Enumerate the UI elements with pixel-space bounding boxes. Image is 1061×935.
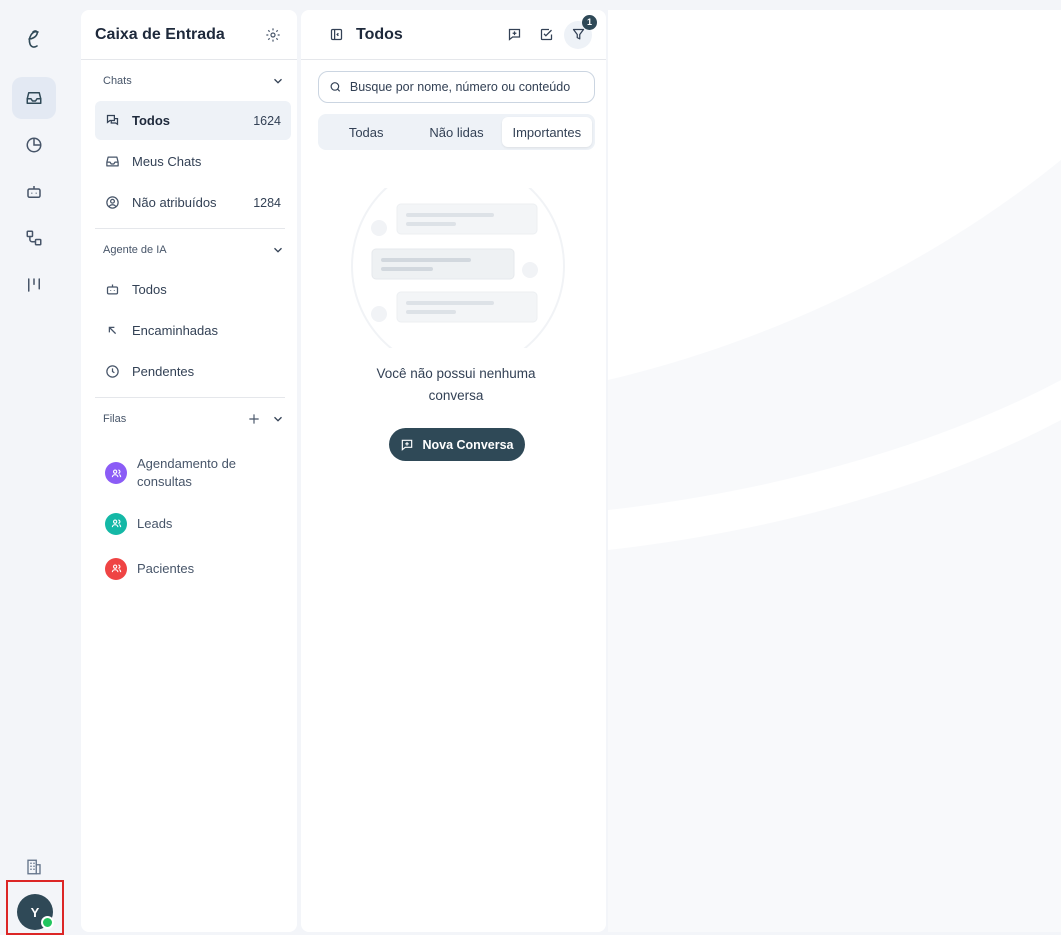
sidebar-toggle-icon[interactable] [329,27,344,42]
queue-item-leads[interactable]: Leads [95,501,291,546]
select-button[interactable] [532,21,560,49]
nav-label: Todos [132,282,167,297]
gear-icon[interactable] [265,27,281,43]
filter-count-badge: 1 [582,14,597,30]
inbox-title: Caixa de Entrada [95,25,225,43]
nav-label: Não atribuídos [132,195,217,210]
conversation-list-panel: Todos 1 Todas Não lidas Importantes [301,10,606,932]
chevron-down-icon[interactable] [271,243,285,257]
inbox-header: Caixa de Entrada [81,10,297,60]
online-status-dot [41,916,54,929]
ai-item-encaminhadas[interactable]: Encaminhadas [95,311,291,350]
users-icon [111,564,121,573]
queues-section-header[interactable]: Filas [95,399,291,439]
rail-inbox-button[interactable] [12,77,56,119]
queues-section-label: Filas [103,413,127,425]
workflow-icon [26,230,42,246]
inbox-panel: Caixa de Entrada Chats Todos 1624 Meus C… [81,10,297,932]
new-chat-button[interactable] [500,21,528,49]
new-conversation-button[interactable]: Nova Conversa [389,428,525,461]
queue-avatar [105,512,127,535]
message-plus-icon [402,439,413,451]
tab-nao-lidas[interactable]: Não lidas [411,117,501,147]
nav-count: 1624 [253,113,281,128]
building-icon [27,859,41,875]
rail-workflow-button[interactable] [12,217,56,259]
filter-icon [572,28,584,40]
clock-icon [106,365,119,378]
chevron-down-icon[interactable] [271,74,285,88]
chats-icon [106,114,119,126]
inbox-icon [106,156,119,167]
list-title: Todos [356,25,403,43]
queue-avatar [105,462,127,484]
chevron-down-icon[interactable] [271,412,285,426]
ai-agent-section-label: Agente de IA [103,244,167,256]
inbox-icon [26,92,42,104]
ai-agent-section: Agente de IA Todos Encaminhadas Pendente… [81,230,297,398]
chart-icon [26,137,42,153]
nav-label: Meus Chats [132,154,202,169]
rail-kanban-button[interactable] [12,264,56,306]
users-icon [111,469,121,477]
empty-state-text: Você não possui nenhuma conversa [376,366,536,403]
bot-icon [106,284,119,295]
tab-importantes[interactable]: Importantes [501,117,592,147]
user-avatar-frame[interactable]: Y [6,880,64,935]
queue-avatar [105,557,127,580]
new-conversation-label: Nova Conversa [422,437,514,452]
app-logo[interactable] [22,24,46,52]
list-header: Todos 1 [301,10,606,60]
chats-item-nao-atribuidos[interactable]: Não atribuídos 1284 [95,183,291,222]
avatar-initial: Y [30,904,40,920]
rail-bot-button[interactable] [12,171,56,213]
queue-item-agendamento[interactable]: Agendamento de consultas [95,445,291,501]
users-icon [111,519,121,528]
divider [95,397,285,398]
chats-section-header[interactable]: Chats [95,61,291,101]
plus-icon[interactable] [247,412,261,426]
nav-rail: Y [0,0,68,935]
ai-item-todos[interactable]: Todos [95,270,291,309]
search-box[interactable] [318,71,595,103]
filter-button[interactable]: 1 [564,14,597,49]
chats-item-todos[interactable]: Todos 1624 [95,101,291,140]
queue-label: Leads [137,515,173,531]
nav-count: 1284 [253,195,281,210]
chats-section-label: Chats [103,75,132,87]
tab-todas[interactable]: Todas [321,117,411,147]
checkbox-icon [540,28,552,41]
filter-tabs: Todas Não lidas Importantes [318,114,595,150]
nav-label: Encaminhadas [132,323,218,338]
chats-section: Chats Todos 1624 Meus Chats Não atribuíd… [81,61,297,229]
columns-icon [28,278,40,292]
queue-label: Agendamento de consultas [137,456,237,489]
chats-item-meus-chats[interactable]: Meus Chats [95,142,291,181]
ai-item-pendentes[interactable]: Pendentes [95,352,291,391]
search-input[interactable] [349,80,584,94]
bot-icon [27,186,41,198]
nav-label: Pendentes [132,364,195,379]
ai-agent-section-header[interactable]: Agente de IA [95,230,291,270]
queue-item-pacientes[interactable]: Pacientes [95,546,291,591]
divider [95,228,285,229]
rail-reports-button[interactable] [12,124,56,166]
arrow-up-left-icon [108,326,117,335]
empty-state-illustration [351,188,565,348]
search-icon [330,82,341,92]
background-decoration [608,10,1061,550]
queues-section: Filas Agendamento de consultas Leads Pac… [81,399,297,591]
queue-label: Pacientes [137,560,195,576]
message-plus-icon [508,28,520,41]
conversation-content-area [608,10,1061,932]
nav-label: Todos [132,113,171,128]
user-circle-icon [106,196,119,209]
